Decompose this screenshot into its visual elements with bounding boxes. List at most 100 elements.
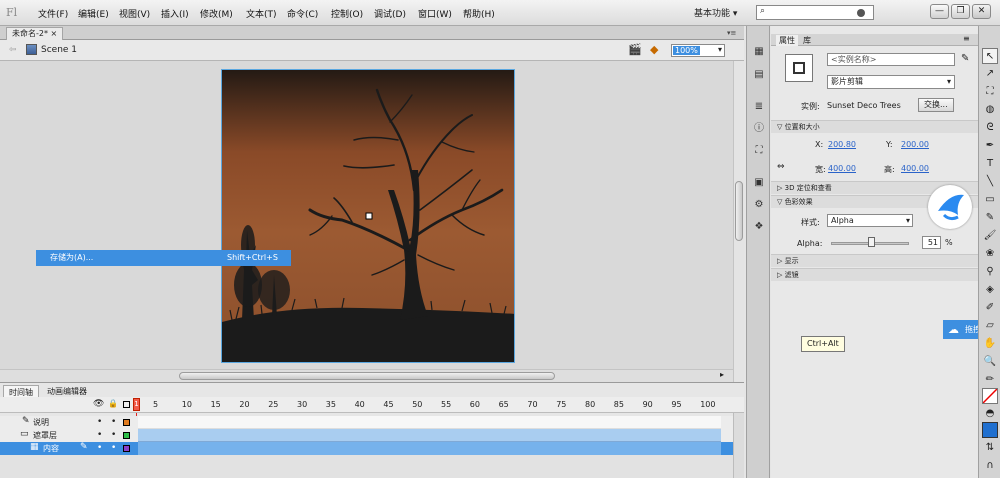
frame-track[interactable]: [138, 416, 721, 429]
stage-canvas[interactable]: [221, 69, 515, 363]
frame-track[interactable]: [138, 442, 721, 455]
3d-rotation-icon[interactable]: ◍: [982, 102, 998, 118]
free-transform-icon[interactable]: ⛶: [982, 84, 998, 100]
layer-color-swatch[interactable]: [123, 419, 130, 426]
alpha-slider-thumb[interactable]: [867, 237, 875, 247]
menu-file[interactable]: 文件(F): [38, 7, 68, 20]
section-position-size[interactable]: ▽ 位置和大小: [771, 120, 978, 133]
zoom-tool-icon[interactable]: 🔍: [982, 354, 998, 370]
visibility-dot[interactable]: •: [97, 417, 102, 427]
edit-icon[interactable]: ✎: [961, 53, 969, 64]
snap-icon[interactable]: ∩: [982, 458, 998, 474]
style-select[interactable]: Alpha ▾: [827, 214, 913, 227]
panel-menu-icon[interactable]: ≡: [963, 34, 970, 43]
brush-tool-icon[interactable]: 🖌: [982, 228, 998, 244]
menu-insert[interactable]: 插入(I): [161, 7, 189, 20]
layer-row[interactable]: ▭ 遮罩层 • •: [0, 429, 744, 442]
text-tool-icon[interactable]: T: [982, 156, 998, 172]
transform-icon[interactable]: ≣: [752, 100, 766, 114]
restore-button[interactable]: ❐: [951, 4, 970, 19]
menu-control[interactable]: 控制(O): [331, 7, 363, 20]
align-icon[interactable]: ▤: [752, 68, 766, 82]
document-tab[interactable]: 未命名-2* ×: [6, 27, 64, 40]
scene-panel-icon[interactable]: ⛶: [752, 144, 766, 158]
zoom-select[interactable]: 100% ▾: [671, 44, 725, 57]
eye-icon[interactable]: 👁: [93, 399, 104, 409]
link-icon[interactable]: ⇔: [777, 162, 785, 172]
close-window-button[interactable]: ✕: [972, 4, 991, 19]
scroll-thumb[interactable]: [179, 372, 555, 380]
menu-edit[interactable]: 编辑(E): [78, 7, 109, 20]
menu-window[interactable]: 窗口(W): [418, 7, 452, 20]
menu-debug[interactable]: 调试(D): [374, 7, 406, 20]
color-swatches-icon[interactable]: ▦: [752, 45, 766, 59]
menu-commands[interactable]: 命令(C): [287, 7, 318, 20]
info-icon[interactable]: ⓘ: [752, 122, 766, 136]
stroke-color-swatch[interactable]: [982, 388, 998, 404]
edit-scene-icon[interactable]: 🎬: [628, 43, 642, 56]
panel-menu-icon[interactable]: ▾≡: [727, 29, 739, 37]
pencil-icon[interactable]: ✎: [80, 442, 88, 452]
menu-item-save-as[interactable]: 存储为(A)... Shift+Ctrl+S: [36, 250, 291, 266]
fill-color-icon[interactable]: ◓: [982, 406, 998, 422]
scroll-thumb[interactable]: [735, 181, 743, 241]
lasso-icon[interactable]: ᘓ: [982, 120, 998, 136]
bone-tool-icon[interactable]: ⚲: [982, 264, 998, 280]
edit-symbol-icon[interactable]: ◆: [650, 43, 658, 56]
rectangle-tool-icon[interactable]: ▭: [982, 192, 998, 208]
layer-color-swatch[interactable]: [123, 445, 130, 452]
pencil-tool-icon[interactable]: ✎: [982, 210, 998, 226]
tab-properties[interactable]: 属性: [776, 35, 798, 46]
eraser-icon[interactable]: ▱: [982, 318, 998, 334]
playhead[interactable]: 1: [133, 398, 140, 411]
pen-tool-icon[interactable]: ✒: [982, 138, 998, 154]
code-snippets-icon[interactable]: ▣: [752, 176, 766, 190]
layer-row[interactable]: ✎ 说明 • •: [0, 416, 744, 429]
horizontal-scrollbar[interactable]: ▸: [0, 369, 733, 382]
bird-badge[interactable]: [928, 185, 972, 229]
w-value[interactable]: 400.00: [828, 164, 856, 173]
symbol-type-select[interactable]: 影片剪辑 ▾: [827, 75, 955, 89]
workspace-switcher[interactable]: 基本功能 ▾: [694, 6, 737, 19]
section-filters[interactable]: ▷ 滤镜: [771, 268, 978, 281]
lock-icon[interactable]: 🔒: [108, 399, 118, 408]
fill-color-swatch[interactable]: [982, 422, 998, 438]
h-value[interactable]: 400.00: [901, 164, 929, 173]
timeline-scrollbar[interactable]: [733, 413, 744, 478]
lock-dot[interactable]: •: [111, 443, 116, 453]
lock-dot[interactable]: •: [111, 417, 116, 427]
deco-tool-icon[interactable]: ❀: [982, 246, 998, 262]
layer-color-swatch[interactable]: [123, 432, 130, 439]
x-value[interactable]: 200.80: [828, 140, 856, 149]
visibility-dot[interactable]: •: [97, 430, 102, 440]
menu-view[interactable]: 视图(V): [119, 7, 150, 20]
alpha-input[interactable]: 51: [922, 236, 941, 249]
paint-bucket-icon[interactable]: ◈: [982, 282, 998, 298]
scroll-right-icon[interactable]: ▸: [720, 370, 724, 379]
tab-library[interactable]: 库: [803, 35, 811, 46]
subselection-tool-icon[interactable]: ↗: [982, 66, 998, 82]
eyedropper-icon[interactable]: ✐: [982, 300, 998, 316]
close-tab-icon[interactable]: ×: [51, 29, 58, 38]
back-arrow-icon[interactable]: ⇦: [9, 45, 17, 55]
search-clear-icon[interactable]: [857, 9, 865, 17]
components-icon[interactable]: ⚙: [752, 198, 766, 212]
menu-text[interactable]: 文本(T): [246, 7, 277, 20]
swap-colors-icon[interactable]: ⇅: [982, 440, 998, 456]
outline-icon[interactable]: [123, 401, 130, 408]
vertical-scrollbar[interactable]: [733, 61, 744, 382]
instance-name-field[interactable]: <实例名称>: [827, 53, 955, 66]
stroke-color-icon[interactable]: ✏: [982, 372, 998, 388]
hand-tool-icon[interactable]: ✋: [982, 336, 998, 352]
y-value[interactable]: 200.00: [901, 140, 929, 149]
frame-track[interactable]: [138, 429, 721, 442]
section-display[interactable]: ▷ 显示: [771, 254, 978, 267]
menu-modify[interactable]: 修改(M): [200, 7, 233, 20]
selection-tool-icon[interactable]: ↖: [982, 48, 998, 64]
behaviors-icon[interactable]: ❖: [752, 220, 766, 234]
layer-row-selected[interactable]: ▦ 内容 ✎ • •: [0, 442, 744, 455]
menu-help[interactable]: 帮助(H): [463, 7, 495, 20]
swap-button[interactable]: 交换...: [918, 98, 954, 112]
line-tool-icon[interactable]: ╲: [982, 174, 998, 190]
visibility-dot[interactable]: •: [97, 443, 102, 453]
